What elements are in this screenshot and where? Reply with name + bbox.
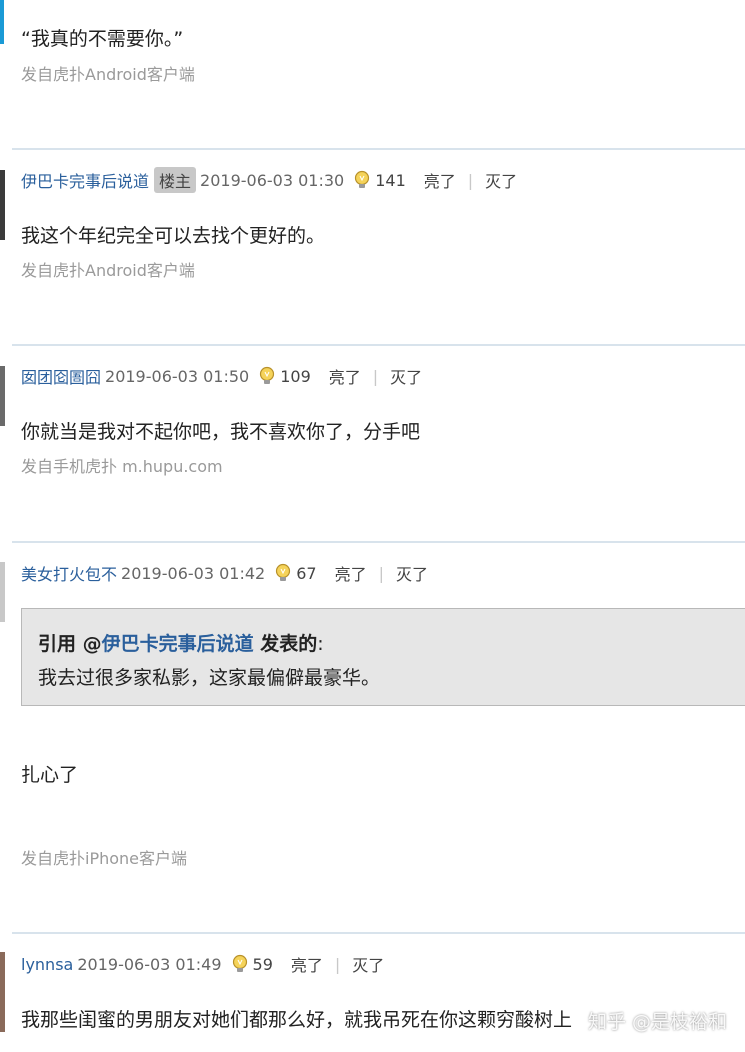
- op-badge: 楼主: [154, 167, 197, 193]
- separator: |: [378, 563, 384, 583]
- separator: |: [467, 170, 474, 190]
- post-divider: [12, 148, 745, 150]
- lightbulb-icon: [231, 954, 249, 974]
- post-time: 2019-06-03 01:49: [77, 954, 222, 974]
- post-source: 发自手机虎扑 m.hupu.com: [21, 457, 223, 476]
- quote-suffix: 发表的: [253, 633, 318, 655]
- post-time: 2019-06-03 01:50: [105, 366, 250, 386]
- dark-button[interactable]: 灭了: [352, 952, 384, 976]
- post-time: 2019-06-03 01:30: [200, 170, 345, 190]
- dark-button[interactable]: 灭了: [390, 364, 422, 388]
- light-button[interactable]: 亮了: [335, 561, 367, 585]
- post-content: 我那些闺蜜的男朋友对她们都那么好，就我吊死在你这颗穷酸树上: [21, 1009, 573, 1031]
- post-source: 发自虎扑Android客户端: [21, 65, 195, 84]
- separator: |: [334, 954, 341, 974]
- light-count: 109: [280, 366, 311, 386]
- avatar[interactable]: [0, 170, 5, 240]
- post-time: 2019-06-03 01:42: [121, 563, 266, 583]
- light-count: 59: [252, 954, 273, 974]
- watermark: 知乎 @是枝裕和: [587, 1011, 727, 1033]
- light-button[interactable]: 亮了: [291, 952, 323, 976]
- post-source: 发自虎扑iPhone客户端: [21, 849, 188, 868]
- separator: |: [372, 366, 379, 386]
- avatar[interactable]: [0, 952, 5, 1032]
- post-source: 发自虎扑Android客户端: [21, 261, 195, 280]
- dark-button[interactable]: 灭了: [396, 561, 428, 585]
- lightbulb-icon: [258, 366, 276, 386]
- avatar[interactable]: [0, 562, 5, 622]
- post-content: 你就当是我对不起你吧，我不喜欢你了，分手吧: [21, 421, 421, 443]
- light-count: 67: [296, 563, 317, 583]
- post-meta: 伊巴卡完事后说道 楼主 2019-06-03 01:30 141 亮了 | 灭了: [21, 167, 517, 193]
- post-meta: 美女打火包不 2019-06-03 01:42 67 亮了 | 灭了: [21, 560, 428, 586]
- post-content: “我真的不需要你。”: [21, 28, 184, 50]
- light-button[interactable]: 亮了: [329, 364, 361, 388]
- light-button[interactable]: 亮了: [424, 168, 456, 192]
- post-content: 扎心了: [21, 764, 79, 786]
- quote-username[interactable]: 伊巴卡完事后说道: [102, 633, 254, 655]
- top-accent-bar: [0, 0, 4, 44]
- quote-header: 引用 @伊巴卡完事后说道 发表的:: [38, 629, 324, 656]
- post-divider: [12, 932, 745, 934]
- post-content: 我这个年纪完全可以去找个更好的。: [21, 225, 326, 247]
- post-meta: 囡团囵圄囧 2019-06-03 01:50 109 亮了 | 灭了: [21, 363, 422, 389]
- username[interactable]: lynnsa: [21, 955, 73, 974]
- avatar[interactable]: [0, 366, 5, 426]
- light-count: 141: [375, 170, 406, 190]
- lightbulb-icon: [353, 170, 371, 190]
- dark-button[interactable]: 灭了: [485, 168, 517, 192]
- post-divider: [12, 344, 745, 346]
- post-meta: lynnsa 2019-06-03 01:49 59 亮了 | 灭了: [21, 951, 384, 977]
- post-divider: [12, 541, 745, 543]
- quote-colon: :: [317, 633, 324, 655]
- quote-block: 引用 @伊巴卡完事后说道 发表的: 我去过很多家私影，这家最偏僻最豪华。: [21, 608, 745, 706]
- username[interactable]: 囡团囵圄囧: [21, 364, 101, 388]
- lightbulb-icon: [274, 563, 292, 583]
- username[interactable]: 美女打火包不: [21, 561, 117, 585]
- username[interactable]: 伊巴卡完事后说道: [21, 168, 149, 192]
- quote-prefix: 引用 @: [38, 633, 102, 655]
- quote-text: 我去过很多家私影，这家最偏僻最豪华。: [38, 667, 381, 689]
